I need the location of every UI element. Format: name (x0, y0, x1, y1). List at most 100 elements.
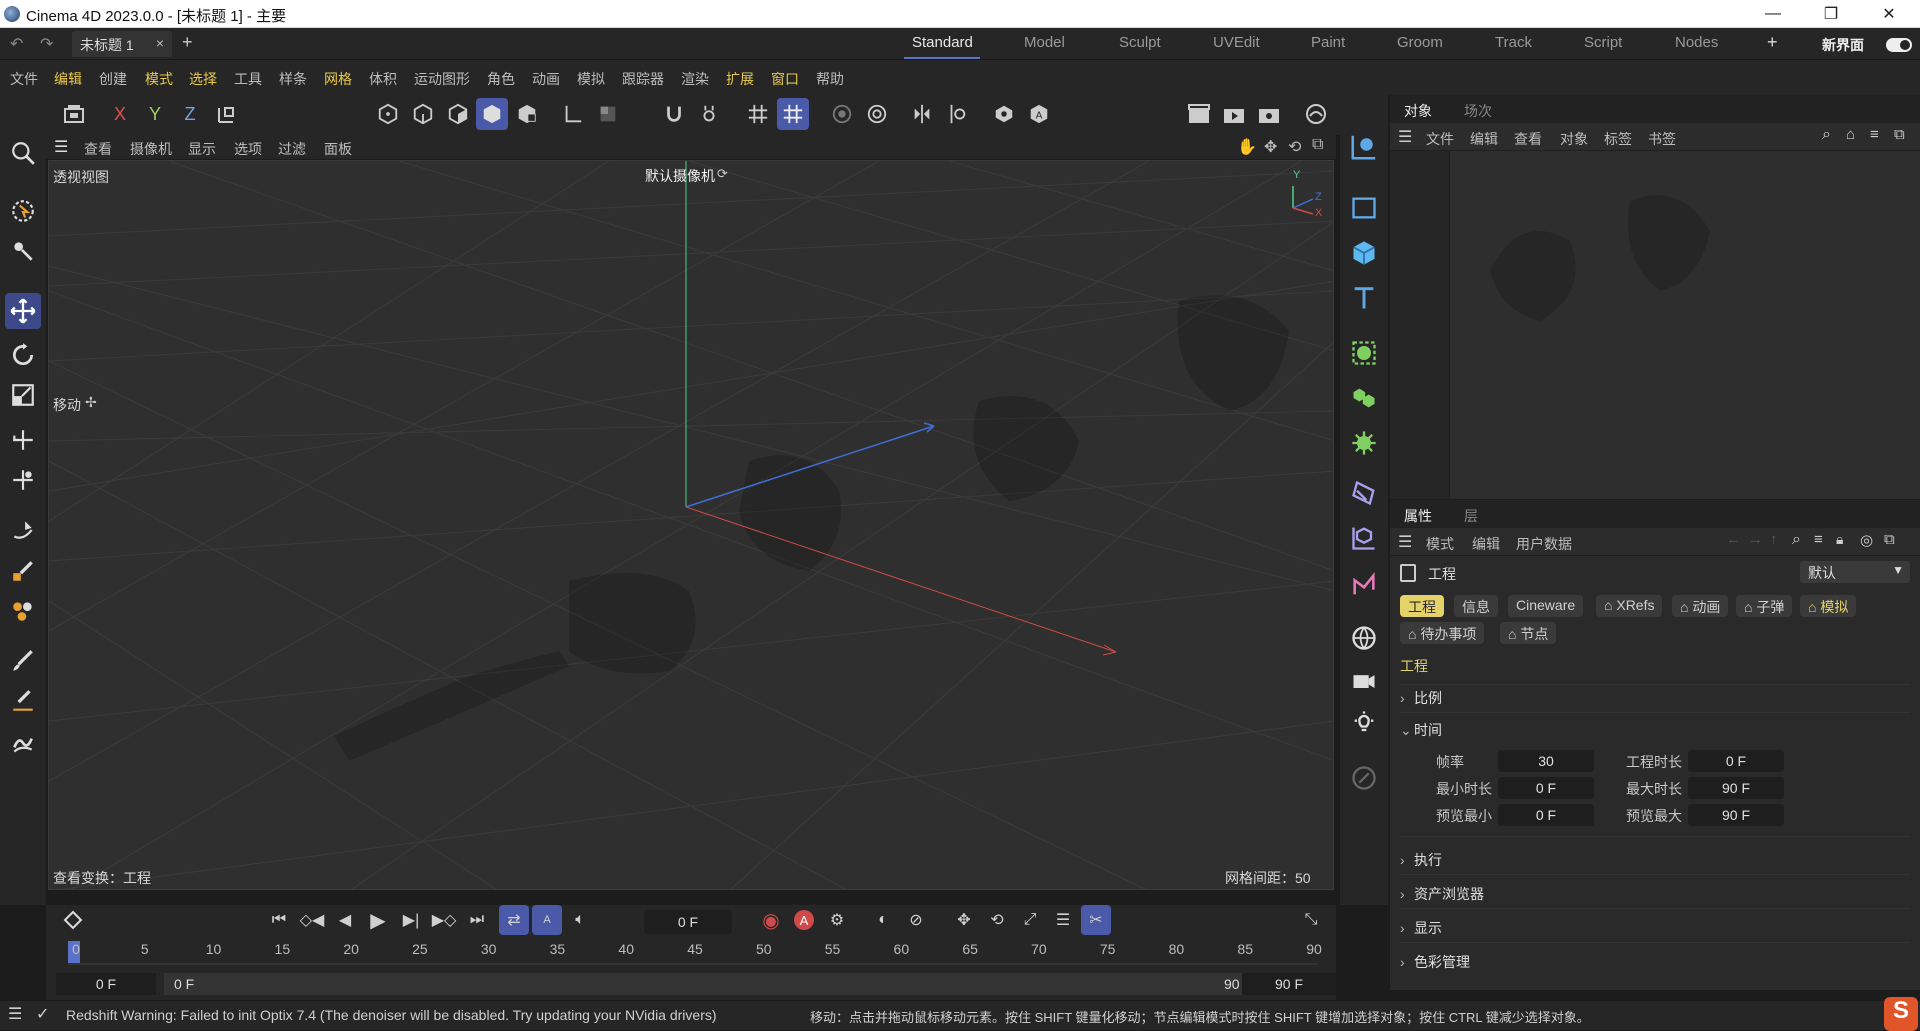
layout-tab-paint[interactable]: Paint (1311, 34, 1345, 51)
chip-project[interactable]: 工程 (1400, 595, 1444, 617)
chip-nodes[interactable]: ⌂ 节点 (1500, 622, 1557, 644)
layout-tab-model[interactable]: Model (1024, 34, 1065, 51)
layout-tab-standard[interactable]: Standard (912, 34, 973, 51)
section-time[interactable]: ⌄ 时间 (1400, 720, 1442, 740)
paint-brush-icon[interactable] (5, 643, 41, 679)
environment-sky-icon[interactable] (1346, 620, 1382, 656)
range-start-field[interactable]: 0 F (56, 973, 156, 995)
attr-menu-edit[interactable]: 编辑 (1472, 534, 1500, 554)
attr-lock-icon[interactable]: 🔒︎ (1836, 531, 1843, 548)
om-menu-view[interactable]: 查看 (1514, 129, 1542, 149)
viewport-menu-filter[interactable]: 过滤 (278, 139, 306, 159)
transfer-tool-icon[interactable] (5, 422, 41, 458)
redo-icon[interactable]: ↷ (40, 34, 53, 54)
key-settings-icon[interactable]: ⚙ (822, 905, 852, 935)
attr-hamburger-icon[interactable]: ☰ (1398, 532, 1412, 552)
layout-tab-nodes[interactable]: Nodes (1675, 34, 1718, 51)
add-layout-button[interactable]: + (1767, 32, 1778, 53)
key-rotation-icon[interactable]: ⟲ (982, 905, 1012, 935)
om-menu-bookmarks[interactable]: 书签 (1648, 129, 1676, 149)
attr-forward-icon[interactable]: → (1748, 531, 1763, 548)
tab-takes[interactable]: 场次 (1464, 101, 1492, 121)
maximize-button[interactable]: ❐ (1802, 0, 1860, 28)
mirror-settings-icon[interactable] (941, 98, 973, 130)
menu-tools[interactable]: 工具 (234, 69, 262, 89)
om-menu-edit[interactable]: 编辑 (1470, 129, 1498, 149)
max-time-field[interactable]: 90 F (1688, 777, 1784, 799)
rotate-tool-icon[interactable] (5, 337, 41, 373)
cloner-icon[interactable] (1346, 380, 1382, 416)
viewport-menu-options[interactable]: 选项 (234, 139, 262, 159)
placement-tool-icon[interactable] (5, 462, 41, 498)
z-axis-lock-button[interactable]: Z (174, 98, 206, 130)
section-scale[interactable]: › 比例 (1400, 688, 1442, 708)
edges-mode-icon[interactable] (407, 98, 439, 130)
min-time-field[interactable]: 0 F (1498, 777, 1594, 799)
render-active-view-icon[interactable] (1183, 98, 1215, 130)
points-mode-icon[interactable] (372, 98, 404, 130)
viewport-menu-view[interactable]: 查看 (84, 139, 112, 159)
keyframe-record-icon[interactable] (58, 98, 90, 130)
undo-icon[interactable]: ↶ (10, 34, 23, 54)
null-object-icon[interactable] (1346, 129, 1382, 165)
mirror-tool-icon[interactable] (906, 98, 938, 130)
viewport-hamburger-icon[interactable]: ☰ (54, 137, 68, 157)
sound-icon[interactable]: 🔈︎ (565, 905, 595, 935)
go-to-start-icon[interactable]: ⏮ (264, 905, 294, 935)
light-object-icon[interactable] (1346, 705, 1382, 741)
go-to-end-icon[interactable]: ⏭ (462, 905, 492, 935)
orbit-view-icon[interactable]: ⟲ (1288, 137, 1301, 157)
close-window-button[interactable]: ✕ (1860, 0, 1918, 28)
next-frame-icon[interactable]: ▶| (396, 905, 426, 935)
attr-back-icon[interactable]: ← (1726, 531, 1741, 548)
om-new-window-icon[interactable]: ⧉ (1894, 126, 1905, 143)
viewport-menu-panel[interactable]: 面板 (324, 139, 352, 159)
section-asset-browser[interactable]: › 资产浏览器 (1400, 884, 1484, 904)
x-axis-lock-button[interactable]: X (104, 98, 136, 130)
deformer-icon[interactable] (1346, 425, 1382, 461)
mograph-effector-icon[interactable] (1346, 567, 1382, 603)
viewport-menu-camera[interactable]: 摄像机 (130, 139, 172, 159)
spline-rectangle-icon[interactable] (1346, 190, 1382, 226)
tweak-tool-icon[interactable] (5, 233, 41, 269)
chip-animation[interactable]: ⌂ 动画 (1672, 595, 1729, 617)
loop-playback-icon[interactable]: ⇄ (499, 905, 529, 935)
subdivision-surface-icon[interactable] (1346, 335, 1382, 371)
menu-character[interactable]: 角色 (487, 69, 515, 89)
layout-tab-uvedit[interactable]: UVEdit (1213, 34, 1260, 51)
menu-file[interactable]: 文件 (10, 69, 38, 89)
attr-filter-icon[interactable]: ≡ (1814, 531, 1823, 548)
auto-key-icon[interactable]: A (1023, 98, 1055, 130)
record-keys-icon[interactable]: ◉ (756, 905, 786, 935)
om-menu-tags[interactable]: 标签 (1604, 129, 1632, 149)
chip-cineware[interactable]: Cineware (1508, 595, 1584, 617)
fps-field[interactable]: 30 (1498, 750, 1594, 772)
axis-mode-icon[interactable] (557, 98, 589, 130)
menu-volume[interactable]: 体积 (369, 69, 397, 89)
project-time-field[interactable]: 0 F (1688, 750, 1784, 772)
preview-range-bar[interactable]: 0 F 90 F (164, 973, 1264, 995)
menu-simulate[interactable]: 模拟 (577, 69, 605, 89)
chip-xrefs[interactable]: ⌂ XRefs (1596, 595, 1663, 617)
chip-bullet[interactable]: ⌂ 子弹 (1736, 595, 1793, 617)
minimize-button[interactable]: — (1744, 0, 1802, 28)
render-view-icon[interactable] (988, 98, 1020, 130)
attr-search-icon[interactable]: ⌕ (1792, 531, 1801, 549)
dolly-view-icon[interactable]: ✥ (1264, 137, 1277, 157)
symmetry-icon[interactable] (861, 98, 893, 130)
polygons-mode-icon[interactable] (442, 98, 474, 130)
new-tab-button[interactable]: + (182, 32, 193, 53)
redshift-render-icon[interactable] (1300, 98, 1332, 130)
camera-label[interactable]: 默认摄像机 (645, 166, 715, 186)
keyframe-diamond-icon[interactable] (58, 905, 88, 935)
status-menu-icon[interactable]: ☰ (8, 1004, 22, 1024)
menu-tracker[interactable]: 跟踪器 (622, 69, 664, 89)
menu-mesh[interactable]: 网格 (324, 69, 352, 89)
previous-frame-icon[interactable]: ◀ (330, 905, 360, 935)
text-spline-icon[interactable] (1346, 280, 1382, 316)
object-manager-hamburger-icon[interactable]: ☰ (1398, 127, 1412, 147)
layout-tab-script[interactable]: Script (1584, 34, 1622, 51)
point-level-icon[interactable]: ⊘ (901, 905, 931, 935)
field-icon[interactable] (1346, 475, 1382, 511)
object-tree-list[interactable] (1450, 151, 1920, 499)
